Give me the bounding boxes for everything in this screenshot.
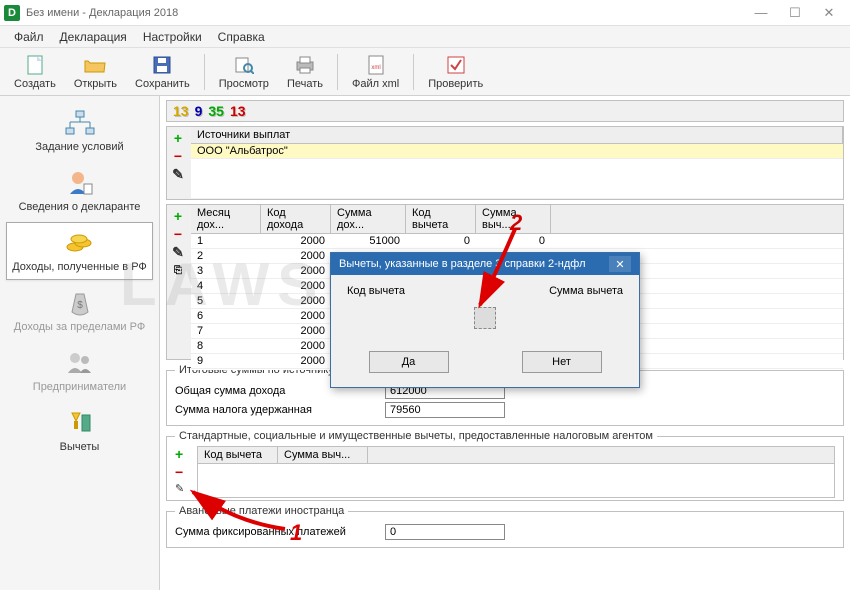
income-grid-header: Месяц дох... Код дохода Сумма дох... Код…: [191, 205, 843, 234]
folder-open-icon: [84, 54, 106, 76]
close-button[interactable]: ✕: [812, 2, 846, 24]
menu-help[interactable]: Справка: [212, 28, 271, 46]
tool-open[interactable]: Открыть: [66, 51, 125, 93]
dialog-code-label: Код вычета: [347, 285, 405, 297]
print-icon: [294, 54, 316, 76]
sources-panel: + − ✎ Источники выплат ООО "Альбатрос": [166, 126, 844, 200]
repeat-income-button[interactable]: ⎘: [170, 262, 186, 278]
tool-preview[interactable]: Просмотр: [211, 51, 277, 93]
deductions-icon: [63, 409, 97, 437]
maximize-button[interactable]: ☐: [778, 2, 812, 24]
sidebar: Задание условий Сведения о декларанте До…: [0, 96, 160, 590]
separator: [337, 54, 338, 90]
tax-withheld-input[interactable]: [385, 402, 505, 418]
tax-withheld-label: Сумма налога удержанная: [175, 404, 375, 416]
advance-input[interactable]: [385, 524, 505, 540]
person-icon: [63, 169, 97, 197]
save-icon: [151, 54, 173, 76]
sidebar-item-deductions[interactable]: Вычеты: [6, 402, 153, 460]
title-bar: D Без имени - Декларация 2018 — ☐ ✕: [0, 0, 850, 26]
check-icon: [445, 54, 467, 76]
sidebar-item-conditions[interactable]: Задание условий: [6, 102, 153, 160]
edit-source-button[interactable]: ✎: [170, 166, 186, 182]
menu-file[interactable]: Файл: [8, 28, 50, 46]
people-icon: [63, 349, 97, 377]
preview-icon: [233, 54, 255, 76]
source-row[interactable]: ООО "Альбатрос": [191, 144, 843, 159]
income-row[interactable]: 120005100000: [191, 234, 843, 249]
separator: [413, 54, 414, 90]
tax-rate-tabs[interactable]: 13 9 35 13: [166, 100, 844, 122]
sidebar-item-declarant[interactable]: Сведения о декларанте: [6, 162, 153, 220]
xml-file-icon: xml: [365, 54, 387, 76]
dialog-select-button[interactable]: [474, 307, 496, 329]
tool-check[interactable]: Проверить: [420, 51, 491, 93]
add-source-button[interactable]: +: [170, 130, 186, 146]
advance-label: Сумма фиксированных платежей: [175, 526, 375, 538]
tool-print[interactable]: Печать: [279, 51, 331, 93]
menu-settings[interactable]: Настройки: [137, 28, 208, 46]
edit-income-button[interactable]: ✎: [170, 244, 186, 260]
sidebar-item-income-rf[interactable]: Доходы, полученные в РФ: [6, 222, 153, 280]
remove-source-button[interactable]: −: [170, 148, 186, 164]
remove-income-button[interactable]: −: [170, 226, 186, 242]
window-title: Без имени - Декларация 2018: [26, 7, 744, 19]
edit-deduction-button[interactable]: ✎: [175, 482, 191, 498]
coins-icon: [63, 229, 97, 257]
dialog-sum-label: Сумма вычета: [549, 285, 623, 297]
add-income-button[interactable]: +: [170, 208, 186, 224]
dialog-titlebar[interactable]: Вычеты, указанные в разделе 3 справки 2-…: [331, 253, 639, 275]
dialog-yes-button[interactable]: Да: [369, 351, 449, 373]
deductions-fieldset: Стандартные, социальные и имущественные …: [166, 430, 844, 501]
deductions-grid-body[interactable]: [198, 464, 834, 496]
sources-header: Источники выплат: [191, 127, 843, 143]
minimize-button[interactable]: —: [744, 2, 778, 24]
app-icon: D: [4, 5, 20, 21]
separator: [204, 54, 205, 90]
add-deduction-button[interactable]: +: [175, 446, 191, 462]
menu-declaration[interactable]: Декларация: [54, 28, 133, 46]
svg-text:xml: xml: [371, 65, 380, 71]
sidebar-item-entrepreneurs[interactable]: Предприниматели: [6, 342, 153, 400]
sidebar-item-income-abroad[interactable]: $ Доходы за пределами РФ: [6, 282, 153, 340]
toolbar: Создать Открыть Сохранить Просмотр Печат…: [0, 48, 850, 96]
svg-text:$: $: [77, 300, 83, 311]
menu-bar: Файл Декларация Настройки Справка: [0, 26, 850, 48]
advance-fieldset: Авансовые платежи иностранца Сумма фикси…: [166, 505, 844, 548]
tool-create[interactable]: Создать: [6, 51, 64, 93]
dialog-no-button[interactable]: Нет: [522, 351, 602, 373]
remove-deduction-button[interactable]: −: [175, 464, 191, 480]
dialog-close-button[interactable]: ✕: [609, 256, 631, 272]
tool-save[interactable]: Сохранить: [127, 51, 198, 93]
new-file-icon: [24, 54, 46, 76]
conditions-icon: [63, 109, 97, 137]
deduction-dialog: Вычеты, указанные в разделе 3 справки 2-…: [330, 252, 640, 388]
tool-xml[interactable]: xml Файл xml: [344, 51, 407, 93]
money-bag-icon: $: [63, 289, 97, 317]
